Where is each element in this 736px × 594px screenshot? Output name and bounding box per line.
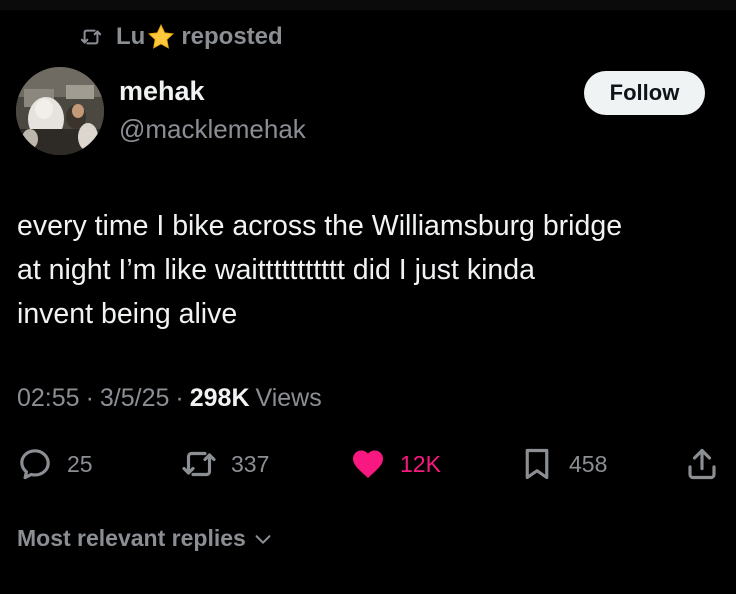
tweet-actions: 25 337 12K 458 [0, 440, 736, 488]
tweet-meta: 02:55 · 3/5/25 · 298K Views [17, 384, 322, 413]
tweet-text: every time I bike across the Williamsbur… [17, 204, 722, 336]
bookmark-icon [525, 448, 549, 480]
like-button[interactable]: 12K [350, 440, 441, 488]
repost-action-label: reposted [181, 23, 283, 50]
reposter-name[interactable]: Lu [116, 23, 145, 51]
repost-count: 337 [231, 450, 270, 477]
repost-banner[interactable]: Lu reposted [78, 22, 283, 52]
reply-count: 25 [67, 450, 93, 477]
status-bar-strip [0, 0, 736, 10]
repost-button[interactable]: 337 [181, 440, 269, 488]
avatar[interactable] [16, 67, 104, 155]
avatar-photo [16, 67, 104, 155]
bookmark-button[interactable]: 458 [519, 440, 607, 488]
tweet-line: every time I bike across the Williamsbur… [17, 210, 623, 242]
heart-icon [353, 450, 383, 478]
tweet-time[interactable]: 02:55 [17, 384, 80, 413]
replies-sort-dropdown[interactable]: Most relevant replies [17, 525, 274, 552]
views-label[interactable]: Views [256, 384, 322, 413]
views-count[interactable]: 298K [190, 384, 250, 413]
tweet-line: invent being alive [17, 298, 238, 330]
repost-icon [182, 451, 216, 477]
share-icon [688, 448, 716, 480]
author-handle[interactable]: @macklemehak [119, 114, 306, 145]
like-count: 12K [400, 450, 441, 477]
reply-button[interactable]: 25 [17, 440, 93, 488]
chevron-down-icon [255, 534, 271, 544]
star-icon [148, 24, 175, 49]
replies-sort-label: Most relevant replies [17, 525, 246, 551]
meta-separator: · [175, 384, 184, 412]
reply-icon [20, 449, 50, 480]
bookmark-count: 458 [569, 450, 608, 477]
repost-icon [80, 29, 102, 45]
share-button[interactable] [684, 440, 720, 488]
meta-separator: · [85, 384, 94, 412]
author-display-name[interactable]: mehak [119, 76, 205, 107]
tweet-date[interactable]: 3/5/25 [100, 384, 170, 413]
tweet-line: at night I’m like waittttttttttt did I j… [17, 254, 535, 286]
follow-button[interactable]: Follow [584, 71, 705, 115]
